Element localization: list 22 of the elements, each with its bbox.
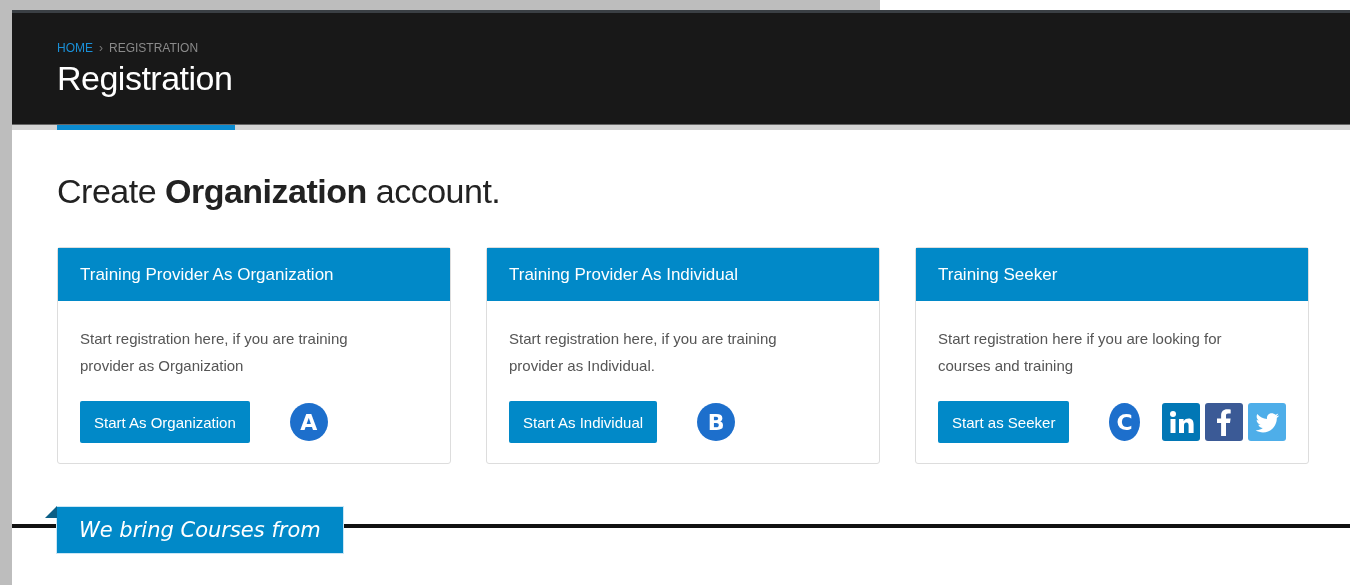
breadcrumb-separator: ›	[99, 41, 103, 55]
card-description: Start registration here if you are looking for courses and training	[938, 329, 1223, 376]
linkedin-icon[interactable]	[1162, 403, 1200, 441]
card-title: Training Seeker	[916, 248, 1308, 301]
ribbon-fold-icon	[45, 506, 57, 518]
card-title: Training Provider As Organization	[58, 248, 450, 301]
start-button[interactable]: Start As Individual	[509, 401, 658, 443]
facebook-icon[interactable]	[1205, 403, 1243, 441]
breadcrumb-link[interactable]: HOME	[57, 41, 93, 55]
card-description: Start registration here, if you are training provider as Organization	[80, 329, 349, 376]
letter-marker: A	[289, 403, 328, 441]
section-heading: Create Organization account.	[57, 172, 502, 211]
letter-marker: C	[1109, 403, 1140, 441]
ribbon-label: We bring Courses from	[79, 518, 321, 542]
twitter-icon[interactable]	[1248, 403, 1286, 441]
letter-marker: B	[697, 403, 736, 441]
breadcrumb-link[interactable]: REGISTRATION	[109, 41, 199, 55]
start-button[interactable]: Start As Organization	[80, 401, 250, 443]
page-title: Registration	[57, 59, 234, 98]
card-description: Start registration here, if you are training provider as Individual.	[509, 329, 778, 376]
card-title: Training Provider As Individual	[487, 248, 879, 301]
start-button[interactable]: Start as Seeker	[938, 401, 1070, 443]
